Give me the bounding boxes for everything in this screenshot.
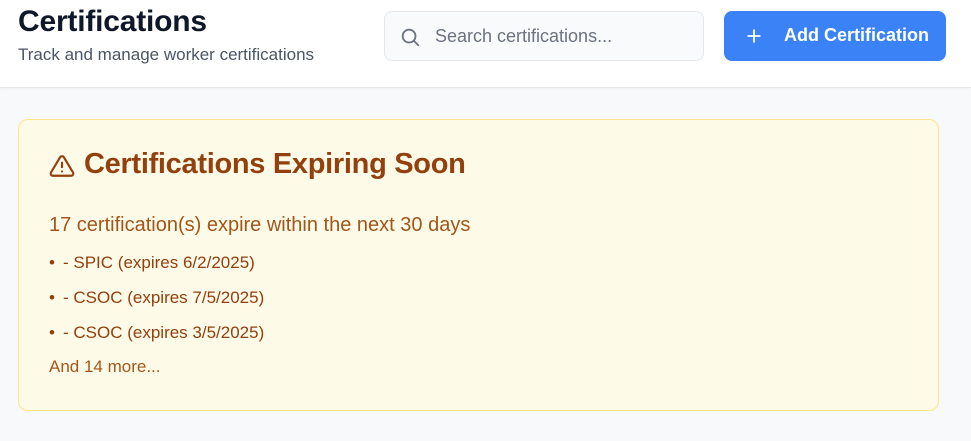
list-bullet: • <box>49 288 55 307</box>
add-certification-label: Add Certification <box>784 25 930 45</box>
add-certification-button[interactable]: Add Certification <box>724 11 946 61</box>
list-bullet: • <box>49 323 55 342</box>
search-input[interactable] <box>435 12 695 60</box>
expiring-cert-text: - CSOC (expires 7/5/2025) <box>63 288 265 307</box>
alert-summary: 17 certification(s) expire within the ne… <box>49 214 471 236</box>
expiring-cert-list: • - SPIC (expires 6/2/2025) • - CSOC (expi… <box>49 252 264 357</box>
list-bullet: • <box>49 253 55 272</box>
plus-icon <box>744 26 764 46</box>
more-expiring-link[interactable]: And 14 more... <box>49 357 161 377</box>
expiring-cert-text: - SPIC (expires 6/2/2025) <box>63 253 255 272</box>
alert-title: Certifications Expiring Soon <box>84 148 466 180</box>
expiring-cert-item: • - CSOC (expires 7/5/2025) <box>49 287 264 322</box>
expiring-cert-item: • - SPIC (expires 6/2/2025) <box>49 252 264 287</box>
page-header: Certifications Track and manage worker c… <box>0 0 971 88</box>
expiring-soon-alert: Certifications Expiring Soon 17 certific… <box>18 119 939 411</box>
search-box[interactable] <box>384 11 704 61</box>
expiring-cert-text: - CSOC (expires 3/5/2025) <box>63 323 265 342</box>
search-icon <box>399 26 421 48</box>
expiring-cert-item: • - CSOC (expires 3/5/2025) <box>49 322 264 357</box>
warning-triangle-icon <box>49 153 75 179</box>
page-title: Certifications <box>18 5 207 38</box>
page-subtitle: Track and manage worker certifications <box>18 45 315 64</box>
